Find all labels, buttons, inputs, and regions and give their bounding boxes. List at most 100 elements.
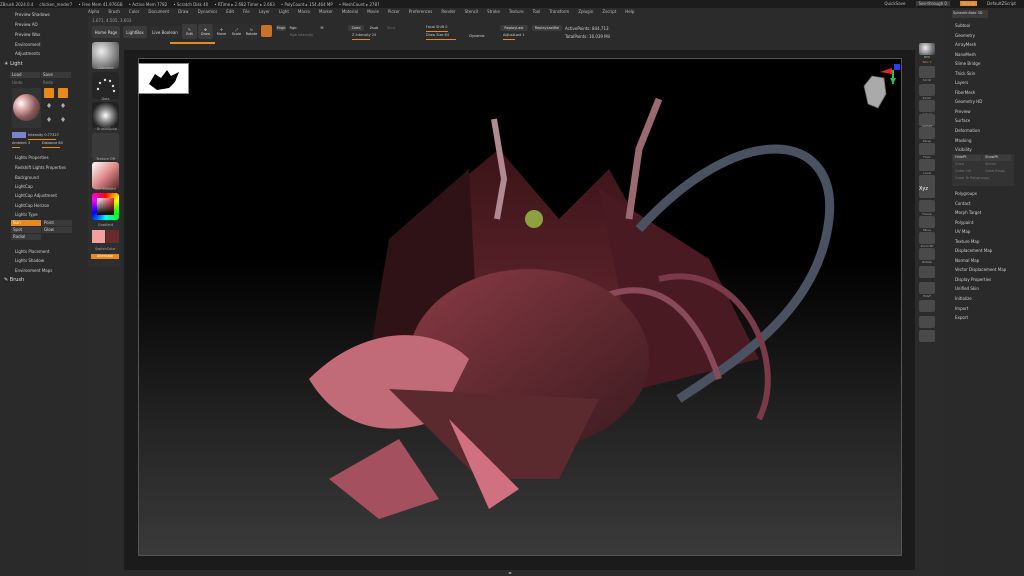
shrink-button[interactable]: Shrink (983, 162, 1011, 168)
polygroups-section[interactable]: Polygroups (955, 191, 977, 196)
draw-button[interactable]: ✥ Draw (198, 24, 213, 39)
quicksave-button[interactable]: QuickSave (884, 1, 905, 6)
dynamic-button[interactable]: Dynamic (468, 33, 486, 38)
environment-maps[interactable]: Environment Maps (15, 268, 52, 273)
scale-button[interactable]: ⤢ Scale (229, 24, 244, 39)
save-button[interactable]: Save (41, 72, 71, 78)
light-slot-2[interactable] (58, 88, 68, 98)
xpose-button[interactable] (919, 330, 935, 342)
rgb-button[interactable]: Rgb (288, 25, 298, 31)
edit-button[interactable]: ✎ Edit (182, 24, 197, 39)
thick-skin-section[interactable]: Thick Skin (955, 71, 975, 76)
menu-zscript[interactable]: Zscript (602, 9, 616, 16)
actual-button[interactable] (919, 100, 935, 112)
hidept-button[interactable]: HidePt (953, 155, 981, 161)
line-fill-button[interactable] (919, 266, 935, 278)
primary-color-swatch[interactable] (92, 230, 105, 243)
replay-last-rel-button[interactable]: ReplayLastRel (532, 25, 562, 31)
outer-hit-button[interactable]: Outer Hit (953, 169, 981, 175)
point-type-button[interactable]: Point (42, 220, 72, 226)
contact-section[interactable]: Contact (955, 201, 971, 206)
visibility-section[interactable]: Visibility (955, 147, 972, 152)
move-button[interactable]: ✢ Move (214, 24, 229, 39)
transp-button[interactable] (919, 300, 935, 312)
masking-section[interactable]: Masking (955, 138, 972, 143)
lightcap[interactable]: LightCap (15, 184, 33, 189)
scroll-button[interactable] (919, 66, 935, 78)
import-section[interactable]: Import (955, 306, 968, 311)
rgb-intensity-slider[interactable]: Rgb Intensity (290, 33, 313, 38)
deformation-section[interactable]: Deformation (955, 128, 980, 133)
mrgb-button[interactable]: Mrgb (276, 25, 286, 31)
menu-color[interactable]: Color (129, 9, 139, 16)
material-thumbnail[interactable] (92, 162, 119, 189)
polyf-button[interactable] (919, 282, 935, 294)
geometry-section[interactable]: Geometry (955, 33, 975, 38)
floor-button[interactable] (919, 143, 935, 155)
lightcap-horizon[interactable]: LightCap Horizon (15, 203, 49, 208)
replay-last-button[interactable]: ReplayLast (500, 25, 528, 31)
radial-type-button[interactable]: Radial (11, 234, 41, 240)
light-sphere[interactable] (13, 94, 40, 121)
nanomesh-section[interactable]: NanoMesh (955, 52, 976, 57)
menu-document[interactable]: Document (148, 9, 169, 16)
navigation-thumbnail[interactable] (138, 63, 189, 94)
arraymesh-section[interactable]: ArrayMesh (955, 42, 976, 47)
menus-button[interactable]: Menus (959, 1, 978, 6)
lights-shadow[interactable]: Lights Shadow (15, 258, 44, 263)
adjustments[interactable]: Adjustments (15, 51, 40, 56)
vector-displacement-map-section[interactable]: Vector Displacement Map (955, 267, 1006, 272)
z-intensity-slider[interactable]: Z Intensity 25 (352, 33, 376, 40)
menu-render[interactable]: Render (441, 9, 455, 16)
color-picker[interactable] (92, 193, 119, 220)
secondary-color-swatch[interactable] (106, 230, 119, 243)
document-canvas[interactable] (138, 58, 902, 556)
menu-texture[interactable]: Texture (509, 9, 524, 16)
fibermesh-section[interactable]: FiberMesh (955, 90, 975, 95)
slime-bridge-section[interactable]: Slime Bridge (955, 61, 980, 66)
lightbox-button[interactable]: LightBox (123, 26, 147, 38)
menu-movie[interactable]: Movie (367, 9, 379, 16)
texture-map-section[interactable]: Texture Map (955, 239, 979, 244)
preview-section[interactable]: Preview (955, 109, 971, 114)
alternate-button[interactable]: Alternate (91, 254, 119, 259)
preview-ao[interactable]: Preview AO (15, 22, 38, 27)
spot-type-button[interactable]: Spot (11, 227, 41, 233)
lights-type[interactable]: Lights Type (15, 212, 38, 217)
frame-button[interactable] (919, 200, 935, 212)
zsub-button[interactable]: Zsub (367, 25, 381, 31)
draw-size-slider[interactable]: Draw Size 64 (426, 33, 456, 40)
bottom-tray-handle[interactable]: ◂▸ (495, 570, 525, 576)
preview-wax[interactable]: Preview Wax (15, 32, 40, 37)
spix-slider[interactable]: SPix 3 (917, 60, 937, 64)
surface-section[interactable]: Surface (955, 118, 970, 123)
environment[interactable]: Environment (15, 42, 41, 47)
grow-button[interactable]: Grow (953, 162, 981, 168)
solo-button[interactable] (919, 316, 935, 328)
menu-zplugin[interactable]: Zplugin (578, 9, 593, 16)
morph-target-section[interactable]: Morph Target (955, 210, 981, 215)
move-view-button[interactable] (919, 216, 935, 228)
menu-draw[interactable]: Draw (178, 9, 188, 16)
menu-layer[interactable]: Layer (259, 9, 270, 16)
home-page-button[interactable]: Home Page (92, 26, 120, 38)
menu-material[interactable]: Material (342, 9, 358, 16)
menu-edit[interactable]: Edit (226, 9, 234, 16)
zcut-button[interactable]: Zcut (384, 25, 398, 31)
menu-dynamics[interactable]: Dynamics (198, 9, 218, 16)
live-boolean-button[interactable]: Live Boolean (150, 26, 180, 38)
alpha-thumbnail[interactable] (92, 102, 119, 129)
bulb-icon[interactable]: ♦ (58, 116, 68, 126)
ambient-slider[interactable]: Ambient 3 (12, 141, 30, 148)
zoom3d-button[interactable] (919, 232, 935, 244)
orientation-gizmo[interactable] (856, 64, 902, 112)
switch-color-button[interactable]: SwitchColor (92, 247, 119, 251)
uv-map-section[interactable]: UV Map (955, 229, 970, 234)
showpt-button[interactable]: ShowPt (983, 155, 1011, 161)
menu-help[interactable]: Help (625, 9, 634, 16)
light-slot-1[interactable] (44, 88, 54, 98)
zoom-button[interactable] (919, 84, 935, 96)
load-button[interactable]: Load (10, 72, 40, 78)
menu-stroke[interactable]: Stroke (487, 9, 500, 16)
see-through-slider[interactable]: See-through 0 (915, 1, 950, 6)
